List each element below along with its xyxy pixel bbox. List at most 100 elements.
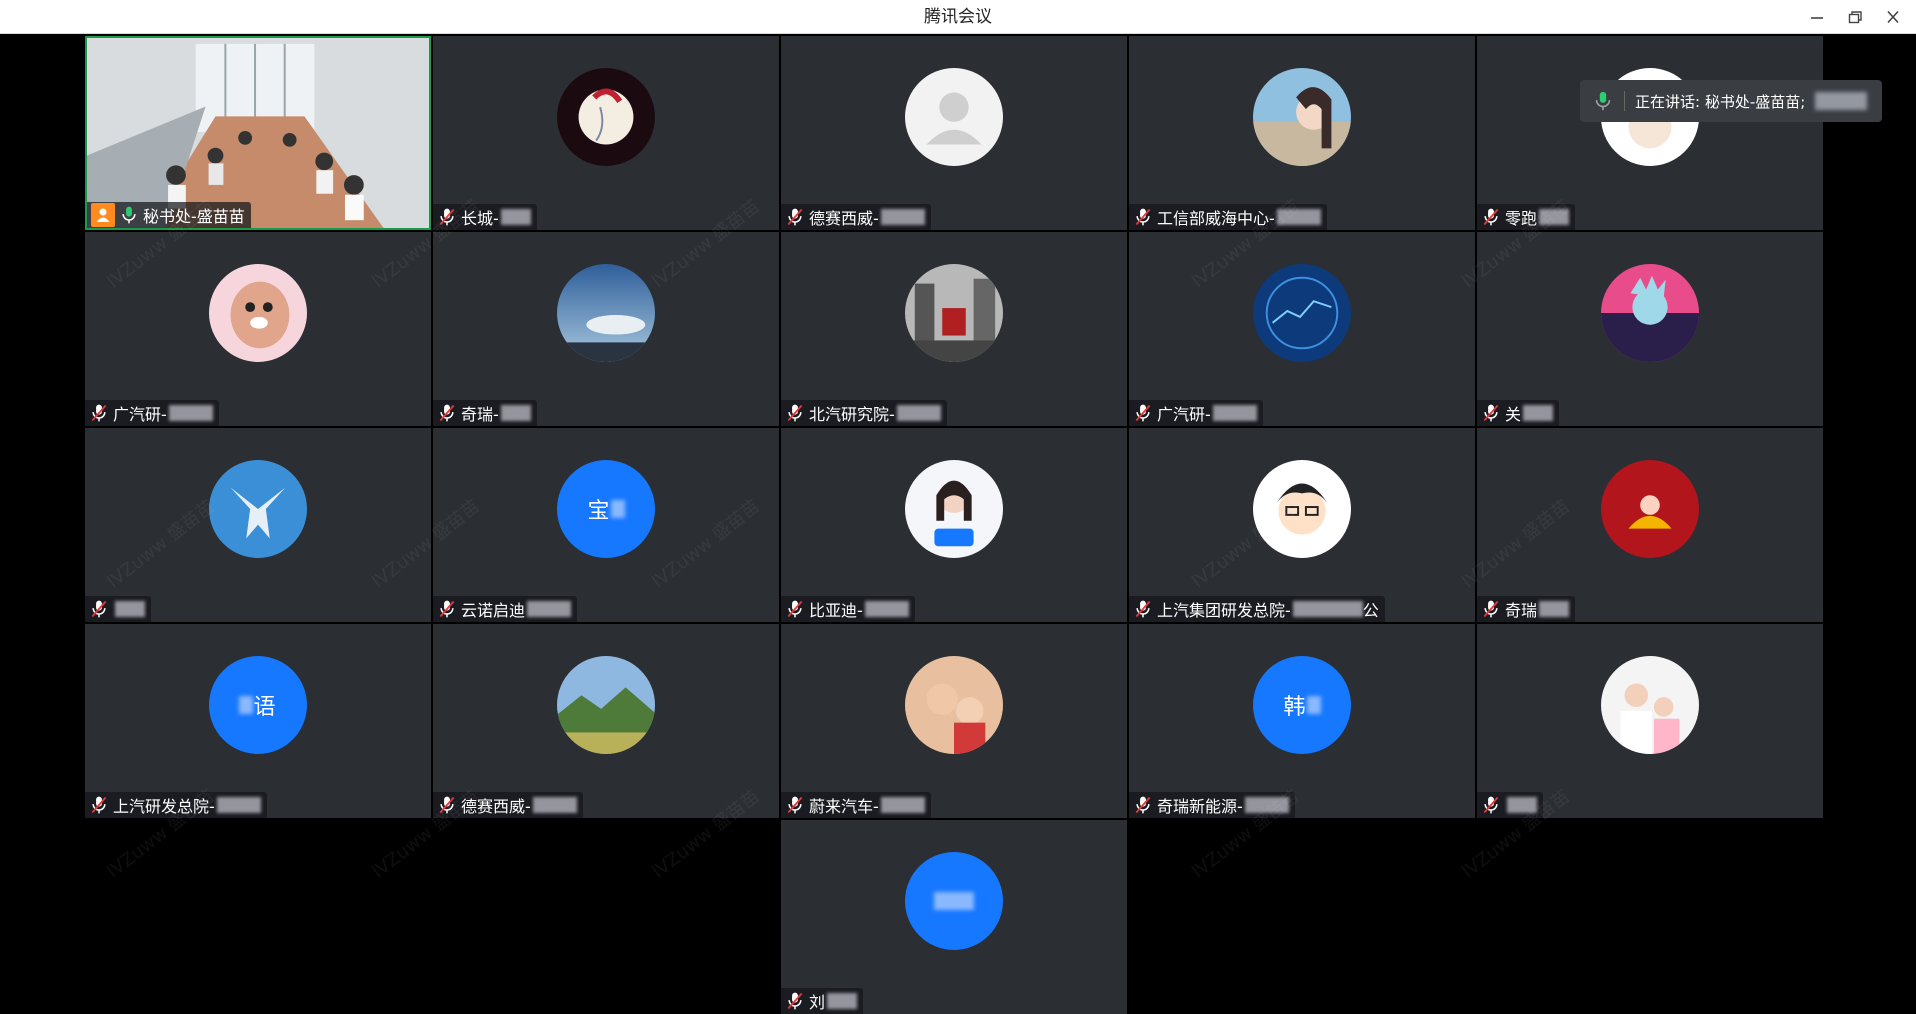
restore-icon (1848, 11, 1862, 24)
name-tag: 广汽研- (85, 400, 219, 426)
participant-tile[interactable] (1477, 624, 1823, 818)
participant-tile[interactable]: 奇瑞 (1477, 428, 1823, 622)
host-icon (91, 203, 115, 227)
redacted-block (239, 696, 254, 714)
avatar (1253, 264, 1351, 362)
mic-muted-icon (787, 404, 803, 422)
participant-tile[interactable]: 德赛西威- (781, 36, 1127, 230)
close-icon (1887, 10, 1899, 24)
participant-name: 奇瑞 (1505, 601, 1538, 620)
restore-button[interactable] (1838, 4, 1872, 30)
participant-name: 云诺启迪 (461, 601, 526, 620)
participant-tile[interactable]: 刘 (781, 820, 1127, 1014)
avatar-initials: 语 (253, 695, 277, 720)
mic-muted-icon (1483, 600, 1499, 618)
avatar (905, 264, 1003, 362)
name-tag: 奇瑞- (433, 400, 537, 426)
participant-tile[interactable]: 奇瑞- (433, 232, 779, 426)
mic-muted-icon (787, 796, 803, 814)
participant-name: 秘书处-盛苗苗 (143, 207, 245, 226)
name-tag: 蔚来汽车- (781, 792, 931, 818)
name-tag: 奇瑞新能源- (1129, 792, 1295, 818)
redacted-block (934, 892, 974, 910)
redacted-block (1523, 405, 1554, 421)
minimize-button[interactable] (1800, 4, 1834, 30)
participant-name: 奇瑞- (461, 405, 499, 424)
participant-tile[interactable]: 语上汽研发总院- (85, 624, 431, 818)
participant-tile[interactable]: 韩奇瑞新能源- (1129, 624, 1475, 818)
mic-muted-icon (1483, 208, 1499, 226)
avatar (1601, 460, 1699, 558)
participant-tile[interactable]: 关 (1477, 232, 1823, 426)
avatar (1601, 656, 1699, 754)
name-tag: 刘 (781, 988, 864, 1014)
participant-tile[interactable]: 工信部威海中心- (1129, 36, 1475, 230)
redacted-block (1244, 797, 1289, 813)
redacted-block (1815, 92, 1868, 110)
redacted-block (1276, 209, 1321, 225)
name-tag: 关 (1477, 400, 1560, 426)
redacted-block (1539, 209, 1570, 225)
participant-tile[interactable]: 广汽研- (85, 232, 431, 426)
redacted-block (1292, 601, 1363, 617)
redacted-block (527, 601, 572, 617)
avatar: 韩 (1253, 656, 1351, 754)
mic-muted-icon (1135, 600, 1151, 618)
mic-muted-icon (91, 600, 107, 618)
close-button[interactable] (1876, 4, 1910, 30)
avatar (557, 656, 655, 754)
participant-name-suffix: 公 (1362, 601, 1379, 620)
participant-tile[interactable]: 秘书处-盛苗苗 (85, 36, 431, 230)
participant-name: 长城- (461, 209, 499, 228)
avatar-initials: 宝 (587, 499, 611, 524)
participant-tile[interactable]: 宝云诺启迪 (433, 428, 779, 622)
participant-name: 德赛西威- (461, 797, 531, 816)
participant-name: 北汽研究院- (809, 405, 895, 424)
mic-muted-icon (787, 600, 803, 618)
participant-name: 上汽研发总院- (113, 797, 215, 816)
participant-tile[interactable]: 长城- (433, 36, 779, 230)
avatar (557, 68, 655, 166)
mic-muted-icon (1135, 208, 1151, 226)
participant-name: 刘 (809, 993, 826, 1012)
redacted-block (1212, 405, 1257, 421)
avatar (209, 460, 307, 558)
name-tag: 德赛西威- (433, 792, 583, 818)
participant-name: 工信部威海中心- (1157, 209, 1275, 228)
mic-icon (122, 206, 136, 224)
name-tag: 北汽研究院- (781, 400, 947, 426)
participant-tile[interactable]: 德赛西威- (433, 624, 779, 818)
mic-muted-icon (1483, 404, 1499, 422)
mic-muted-icon (439, 796, 455, 814)
redacted-block (827, 993, 858, 1009)
participant-tile[interactable]: 比亚迪- (781, 428, 1127, 622)
mic-muted-icon (1483, 796, 1499, 814)
participant-tile[interactable]: 零跑 (1477, 36, 1823, 230)
redacted-block (864, 601, 909, 617)
name-tag: 上汽研发总院- (85, 792, 267, 818)
mic-muted-icon (439, 404, 455, 422)
speaking-text: 正在讲话: 秘书处-盛苗苗; (1635, 92, 1806, 111)
avatar-initials: 韩 (1283, 695, 1307, 720)
participant-tile[interactable]: 北汽研究院- (781, 232, 1127, 426)
name-tag (1477, 792, 1543, 818)
title-bar: 腾讯会议 (0, 0, 1916, 34)
participant-grid: 秘书处-盛苗苗 长城- 德赛西威- 工信部威海中心- 零跑 广汽研- 奇瑞- 北汽研究院- 广汽… (85, 36, 1825, 1014)
avatar (905, 656, 1003, 754)
speaking-indicator: 正在讲话: 秘书处-盛苗苗; (1580, 80, 1882, 122)
mic-muted-icon (787, 992, 803, 1010)
participant-tile[interactable]: 广汽研- (1129, 232, 1475, 426)
participant-tile[interactable]: 上汽集团研发总院- 公 (1129, 428, 1475, 622)
mic-icon (1595, 91, 1611, 111)
name-tag: 长城- (433, 204, 537, 230)
name-tag: 德赛西威- (781, 204, 931, 230)
redacted-block (216, 797, 261, 813)
participant-name: 蔚来汽车- (809, 797, 879, 816)
participant-name: 德赛西威- (809, 209, 879, 228)
avatar: 宝 (557, 460, 655, 558)
divider (1624, 91, 1625, 111)
participant-name: 比亚迪- (809, 601, 863, 620)
participant-tile[interactable]: 蔚来汽车- (781, 624, 1127, 818)
participant-tile[interactable] (85, 428, 431, 622)
name-tag: 比亚迪- (781, 596, 915, 622)
